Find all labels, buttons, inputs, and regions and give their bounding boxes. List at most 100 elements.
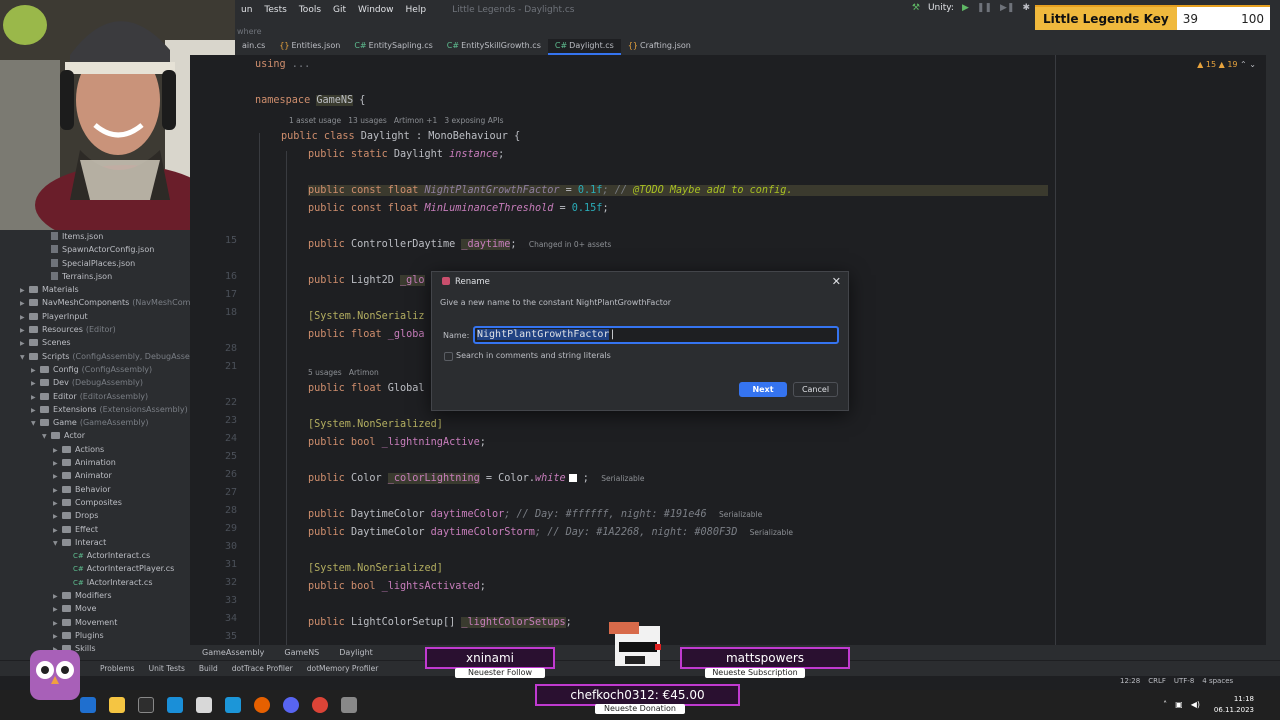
tab-daylight[interactable]: C# Daylight.cs — [547, 39, 621, 55]
status-encoding[interactable]: UTF-8 — [1174, 677, 1194, 685]
tab-main[interactable]: ain.cs — [235, 39, 272, 55]
chevron-right-icon[interactable]: ▶ — [20, 297, 29, 309]
chevron-right-icon[interactable]: ▶ — [20, 337, 29, 349]
breadcrumb-assembly[interactable]: GameAssembly — [202, 648, 264, 657]
code-vision-hint[interactable]: Changed in 0+ assets — [529, 240, 611, 249]
chevron-right-icon[interactable]: ▶ — [53, 590, 62, 602]
tree-item[interactable]: ▶ PlayerInput — [0, 310, 190, 323]
tree-item[interactable]: ▶ Dev (DebugAssembly) — [0, 376, 190, 389]
code-vision-hint[interactable]: 1 asset usage 13 usages Artimon +1 3 exp… — [289, 116, 503, 125]
tab-entities-json[interactable]: {} Entities.json — [272, 39, 347, 55]
notepad-icon[interactable] — [196, 697, 212, 713]
code-vision-hint[interactable]: Serializable — [750, 528, 793, 537]
tree-item[interactable]: ▶ Modifiers — [0, 589, 190, 602]
build-hammer-icon[interactable]: ⚒ — [912, 3, 920, 13]
chevron-right-icon[interactable]: ▶ — [53, 617, 62, 629]
tool-dotmemory[interactable]: dotMemory Profiler — [307, 664, 379, 673]
tab-entityskillgrowth[interactable]: C# EntitySkillGrowth.cs — [440, 39, 548, 55]
chevron-right-icon[interactable]: ▶ — [20, 284, 29, 296]
tree-item[interactable]: ▶ Effect — [0, 523, 190, 536]
tree-item[interactable]: Items.json — [0, 230, 190, 243]
tree-item[interactable]: ▶ Animator — [0, 469, 190, 482]
chevron-right-icon[interactable]: ▶ — [53, 524, 62, 536]
chevron-down-icon[interactable]: ▼ — [20, 351, 29, 363]
play-icon[interactable]: ▶ — [962, 3, 969, 13]
chevron-up-icon[interactable]: ˄ — [1163, 700, 1167, 709]
menu-git[interactable]: Git — [333, 5, 346, 15]
tree-item[interactable]: C# IActorInteract.cs — [0, 576, 190, 589]
tree-item[interactable]: ▶ Move — [0, 602, 190, 615]
tree-item[interactable]: ▶ Editor (EditorAssembly) — [0, 390, 190, 403]
menu-help[interactable]: Help — [406, 5, 427, 15]
status-indent[interactable]: 4 spaces — [1202, 677, 1233, 685]
tree-item[interactable]: ▼ Game (GameAssembly) — [0, 416, 190, 429]
chevron-down-icon[interactable]: ▼ — [42, 430, 51, 442]
tree-item[interactable]: ▶ Behavior — [0, 483, 190, 496]
network-icon[interactable]: ▣ — [1175, 700, 1183, 709]
chevron-down-icon[interactable]: ▼ — [31, 417, 40, 429]
chevron-right-icon[interactable]: ▶ — [20, 311, 29, 323]
chevron-right-icon[interactable]: ▶ — [53, 497, 62, 509]
code-vision-hint[interactable]: Serializable — [601, 474, 644, 483]
chevron-right-icon[interactable]: ▶ — [53, 510, 62, 522]
tree-item[interactable]: SpawnActorConfig.json — [0, 243, 190, 256]
tree-item[interactable]: C# ActorInteract.cs — [0, 549, 190, 562]
discord-icon[interactable] — [283, 697, 299, 713]
name-input[interactable]: NightPlantGrowthFactor| — [473, 326, 839, 344]
firefox-icon[interactable] — [254, 697, 270, 713]
vscode-icon[interactable] — [167, 697, 183, 713]
explorer-icon[interactable] — [109, 697, 125, 713]
breadcrumb-class[interactable]: Daylight — [339, 648, 373, 657]
menu-tests[interactable]: Tests — [264, 5, 286, 15]
breadcrumb-namespace[interactable]: GameNS — [284, 648, 319, 657]
tree-item[interactable]: ▶ Drops — [0, 509, 190, 522]
tree-item[interactable]: ▶ Materials — [0, 283, 190, 296]
close-icon[interactable]: ✕ — [832, 275, 841, 288]
tree-item[interactable]: ▼ Interact — [0, 536, 190, 549]
chevron-right-icon[interactable]: ▶ — [53, 444, 62, 456]
chevron-right-icon[interactable]: ▶ — [20, 324, 29, 336]
chevron-right-icon[interactable]: ▶ — [53, 457, 62, 469]
menu-tools[interactable]: Tools — [299, 5, 321, 15]
terminal-icon[interactable] — [138, 697, 154, 713]
tree-item[interactable]: ▶ Actions — [0, 443, 190, 456]
tab-crafting-json[interactable]: {} Crafting.json — [621, 39, 698, 55]
chrome-icon[interactable] — [312, 697, 328, 713]
step-icon[interactable]: ▶❚ — [1000, 3, 1014, 13]
tree-item[interactable]: ▼ Actor — [0, 429, 190, 442]
status-line-sep[interactable]: CRLF — [1148, 677, 1166, 685]
tree-item[interactable]: ▶ Scenes — [0, 336, 190, 349]
tree-item[interactable]: ▶ Animation — [0, 456, 190, 469]
status-cursor[interactable]: 12:28 — [1120, 677, 1140, 685]
tree-item[interactable]: ▼ Scripts (ConfigAssembly, DebugAsse — [0, 350, 190, 363]
tree-item[interactable]: ▶ NavMeshComponents (NavMeshCom — [0, 296, 190, 309]
cancel-button[interactable]: Cancel — [793, 382, 838, 397]
chevron-right-icon[interactable]: ▶ — [31, 377, 40, 389]
chevron-right-icon[interactable]: ▶ — [53, 603, 62, 615]
tree-item[interactable]: ▶ Composites — [0, 496, 190, 509]
tree-item[interactable]: ▶ Config (ConfigAssembly) — [0, 363, 190, 376]
tree-item[interactable]: SpecialPlaces.json — [0, 257, 190, 270]
tree-item[interactable]: Terrains.json — [0, 270, 190, 283]
search-hint[interactable]: where — [237, 27, 262, 36]
tree-item[interactable]: ▶ Extensions (ExtensionsAssembly) — [0, 403, 190, 416]
chevron-right-icon[interactable]: ▶ — [31, 404, 40, 416]
tree-item[interactable]: ▶ Resources (Editor) — [0, 323, 190, 336]
chevron-right-icon[interactable]: ▶ — [31, 391, 40, 403]
chevron-right-icon[interactable]: ▶ — [53, 484, 62, 496]
tree-item[interactable]: ▶ Movement — [0, 616, 190, 629]
search-comments-label[interactable]: Search in comments and string literals — [456, 351, 611, 360]
unity-icon[interactable] — [341, 697, 357, 713]
chevron-right-icon[interactable]: ▶ — [31, 364, 40, 376]
tool-dottrace[interactable]: dotTrace Profiler — [232, 664, 293, 673]
menu-run[interactable]: un — [241, 5, 252, 15]
tool-problems[interactable]: Problems — [100, 664, 135, 673]
code-vision-hint[interactable]: 5 usages Artimon — [308, 368, 379, 377]
tab-entitysapling[interactable]: C# EntitySapling.cs — [347, 39, 439, 55]
inspection-widget[interactable]: ▲ 15 ▲ 19 ⌃ ⌄ — [1197, 60, 1256, 69]
tool-build[interactable]: Build — [199, 664, 218, 673]
menu-window[interactable]: Window — [358, 5, 394, 15]
code-vision-hint[interactable]: Serializable — [719, 510, 762, 519]
next-button[interactable]: Next — [739, 382, 787, 397]
taskbar-clock[interactable]: 11:18 06.11.2023 — [1214, 694, 1254, 716]
